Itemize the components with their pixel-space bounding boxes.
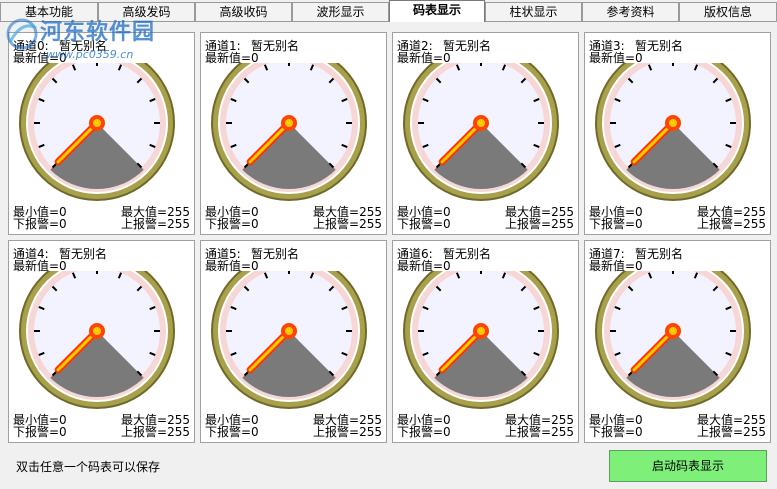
tab-reference[interactable]: 参考资料	[582, 2, 679, 21]
gauge-panel-4[interactable]: 通道4: 暂无别名 最新值=0 最小值=0 下报警=0 最大值=255 上报警=255	[8, 240, 195, 443]
gauge-latest-value: 最新值=0	[13, 259, 67, 273]
gauge-dial	[19, 63, 175, 201]
gauge-latest-value: 最新值=0	[397, 51, 451, 65]
gauge-hub-center	[93, 119, 101, 127]
gauge-dial	[211, 63, 367, 201]
gauge-dial	[211, 271, 367, 409]
gauge-panel-1[interactable]: 通道1: 暂无别名 最新值=0 最小值=0 下报警=0 最大值=255 上报警=255	[200, 32, 387, 235]
gauge-high-alarm: 上报警=255	[313, 217, 382, 231]
gauge-hub-center	[93, 327, 101, 335]
tab-bar: 基本功能 高级发码 高级收码 波形显示 码表显示 柱状显示 参考资料 版权信息	[0, 0, 777, 22]
gauge-low-alarm: 下报警=0	[13, 425, 67, 439]
gauge-dial	[595, 271, 751, 409]
tab-basic-functions[interactable]: 基本功能	[0, 2, 98, 21]
gauge-panel-0[interactable]: 通道0: 暂无别名 最新值=0 最小值=0 下报警=0 最大值=255 上报警=255	[8, 32, 195, 235]
gauge-hub-center	[669, 327, 677, 335]
tab-waveform[interactable]: 波形显示	[292, 2, 389, 21]
status-bar: 双击任意一个码表可以保存 启动码表显示	[0, 443, 777, 489]
tab-gauge-display[interactable]: 码表显示	[389, 0, 485, 22]
gauge-latest-value: 最新值=0	[205, 51, 259, 65]
gauge-hub-center	[669, 119, 677, 127]
tab-copyright[interactable]: 版权信息	[679, 2, 777, 21]
gauge-high-alarm: 上报警=255	[121, 425, 190, 439]
gauge-hub-center	[285, 327, 293, 335]
gauge-high-alarm: 上报警=255	[505, 217, 574, 231]
gauge-latest-value: 最新值=0	[397, 259, 451, 273]
gauge-dial	[403, 63, 559, 201]
gauge-panel-2[interactable]: 通道2: 暂无别名 最新值=0 最小值=0 下报警=0 最大值=255 上报警=255	[392, 32, 579, 235]
gauge-dial	[19, 271, 175, 409]
tab-bar-display[interactable]: 柱状显示	[485, 2, 582, 21]
gauge-hub-center	[477, 119, 485, 127]
tab-advanced-receive[interactable]: 高级收码	[195, 2, 292, 21]
gauge-low-alarm: 下报警=0	[397, 217, 451, 231]
status-hint: 双击任意一个码表可以保存	[16, 460, 161, 474]
gauge-low-alarm: 下报警=0	[397, 425, 451, 439]
gauge-panel-7[interactable]: 通道7: 暂无别名 最新值=0 最小值=0 下报警=0 最大值=255 上报警=255	[584, 240, 771, 443]
gauge-low-alarm: 下报警=0	[589, 217, 643, 231]
gauge-dial	[595, 63, 751, 201]
gauge-latest-value: 最新值=0	[13, 51, 67, 65]
gauge-high-alarm: 上报警=255	[697, 425, 766, 439]
gauge-panel-6[interactable]: 通道6: 暂无别名 最新值=0 最小值=0 下报警=0 最大值=255 上报警=255	[392, 240, 579, 443]
gauge-low-alarm: 下报警=0	[205, 425, 259, 439]
gauge-panel-3[interactable]: 通道3: 暂无别名 最新值=0 最小值=0 下报警=0 最大值=255 上报警=255	[584, 32, 771, 235]
gauge-high-alarm: 上报警=255	[313, 425, 382, 439]
gauge-dial	[403, 271, 559, 409]
gauge-latest-value: 最新值=0	[589, 51, 643, 65]
gauge-high-alarm: 上报警=255	[121, 217, 190, 231]
start-gauge-display-button[interactable]: 启动码表显示	[609, 450, 767, 482]
gauge-panel-5[interactable]: 通道5: 暂无别名 最新值=0 最小值=0 下报警=0 最大值=255 上报警=255	[200, 240, 387, 443]
gauge-hub-center	[477, 327, 485, 335]
tab-advanced-send[interactable]: 高级发码	[98, 2, 195, 21]
gauge-low-alarm: 下报警=0	[205, 217, 259, 231]
gauge-hub-center	[285, 119, 293, 127]
gauge-high-alarm: 上报警=255	[505, 425, 574, 439]
gauge-low-alarm: 下报警=0	[589, 425, 643, 439]
gauge-latest-value: 最新值=0	[205, 259, 259, 273]
gauge-latest-value: 最新值=0	[589, 259, 643, 273]
gauge-high-alarm: 上报警=255	[697, 217, 766, 231]
gauge-low-alarm: 下报警=0	[13, 217, 67, 231]
